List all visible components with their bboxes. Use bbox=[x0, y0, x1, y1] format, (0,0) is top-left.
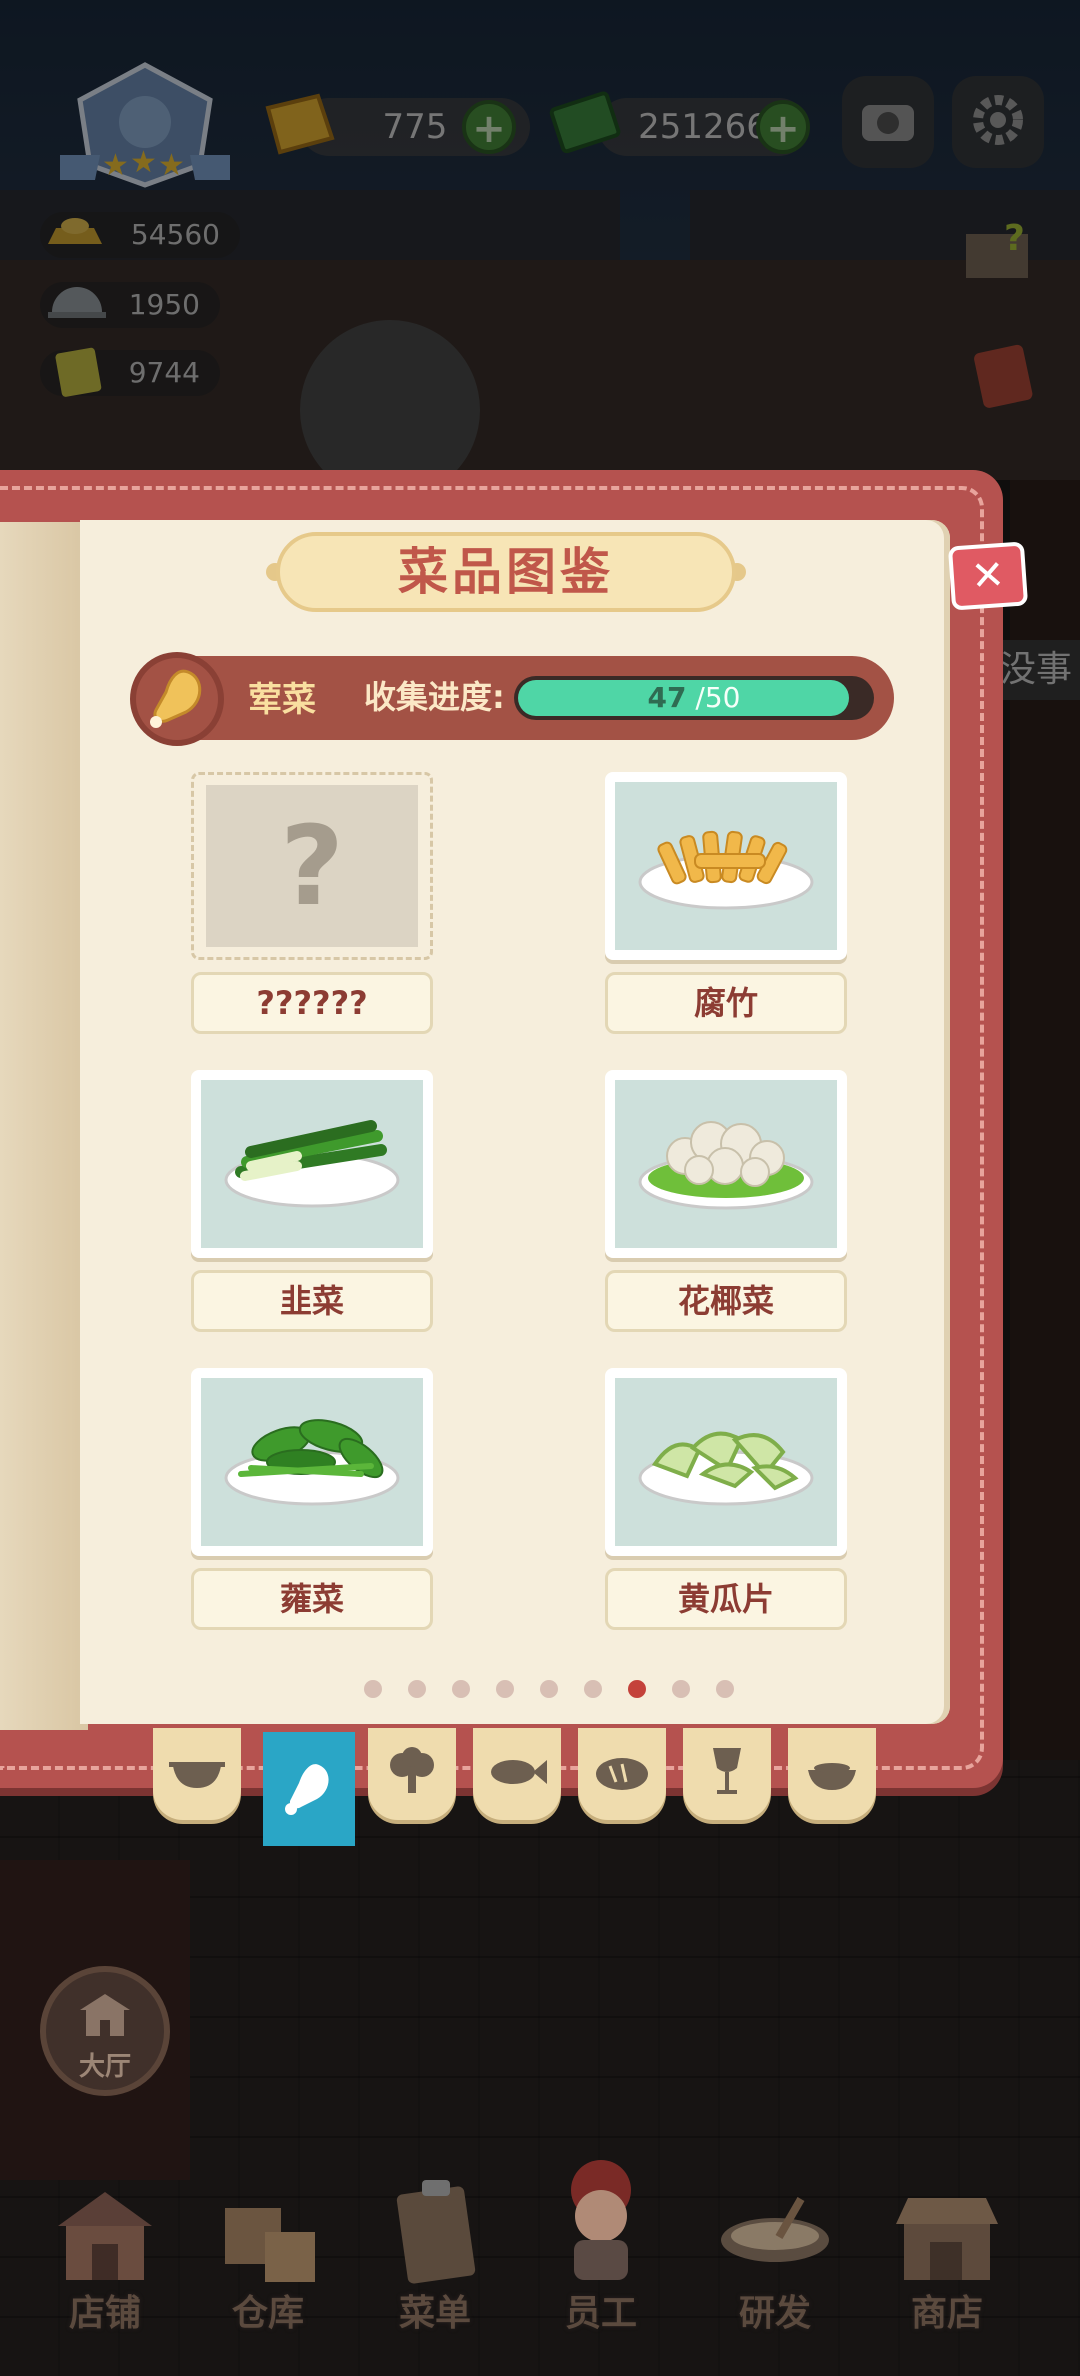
dish-card[interactable] bbox=[191, 1368, 433, 1556]
dish-label: 黄瓜片 bbox=[605, 1568, 847, 1630]
tab-staple[interactable] bbox=[578, 1728, 666, 1820]
close-button[interactable]: ✕ bbox=[947, 541, 1029, 611]
page-dot[interactable] bbox=[540, 1680, 558, 1698]
dish-label: 腐竹 bbox=[605, 972, 847, 1034]
dish-card[interactable] bbox=[605, 1070, 847, 1258]
question-mark-icon: ? bbox=[280, 802, 344, 930]
dish-label: ?????? bbox=[191, 972, 433, 1034]
page-dot[interactable] bbox=[672, 1680, 690, 1698]
dish-card[interactable] bbox=[605, 772, 847, 960]
drumstick-icon bbox=[142, 662, 212, 736]
nav-shop[interactable]: 店铺 bbox=[30, 2176, 180, 2336]
tab-seafood[interactable] bbox=[473, 1728, 561, 1820]
cucumber-slices-dish-icon bbox=[615, 1431, 837, 1546]
nav-shop-label: 店铺 bbox=[68, 2293, 141, 2334]
category-name: 荤菜 bbox=[248, 680, 316, 720]
progress-total: /50 bbox=[695, 681, 741, 714]
cooking-pot-icon bbox=[716, 2196, 834, 2290]
progress-text: 47 /50 bbox=[514, 676, 874, 720]
nav-research-label: 研发 bbox=[738, 2293, 811, 2334]
chives-dish-icon bbox=[201, 1120, 423, 1248]
dish-card[interactable] bbox=[605, 1368, 847, 1556]
nav-staff-label: 员工 bbox=[564, 2293, 637, 2334]
book-left-pages bbox=[0, 522, 88, 1730]
progress-current: 47 bbox=[647, 681, 687, 714]
water-spinach-dish-icon bbox=[201, 1419, 423, 1546]
nav-store[interactable]: 商店 bbox=[872, 2176, 1022, 2336]
nav-warehouse[interactable]: 仓库 bbox=[193, 2176, 343, 2336]
market-stall-icon bbox=[890, 2184, 1004, 2292]
category-badge bbox=[130, 652, 224, 746]
wok-icon bbox=[167, 1752, 227, 1796]
storefront-icon bbox=[52, 2186, 158, 2290]
tab-vegetable[interactable] bbox=[368, 1728, 456, 1820]
progress-label: 收集进度: bbox=[364, 678, 505, 716]
page-dot[interactable] bbox=[628, 1680, 646, 1698]
tab-soup[interactable] bbox=[788, 1728, 876, 1820]
nav-store-label: 商店 bbox=[910, 2293, 983, 2334]
nav-research[interactable]: 研发 bbox=[700, 2176, 850, 2336]
dish-card[interactable] bbox=[191, 1070, 433, 1258]
fish-icon bbox=[485, 1752, 549, 1796]
tab-meat[interactable] bbox=[263, 1732, 355, 1846]
nav-menu[interactable]: 菜单 bbox=[360, 2176, 510, 2336]
building-icon bbox=[76, 1990, 134, 2044]
broccoli-icon bbox=[382, 1747, 442, 1801]
nav-menu-label: 菜单 bbox=[398, 2293, 471, 2334]
dish-label: 蕹菜 bbox=[191, 1568, 433, 1630]
tofu-skin-dish-icon bbox=[615, 830, 837, 950]
hall-button[interactable]: 大厅 bbox=[40, 1966, 170, 2096]
hall-label: 大厅 bbox=[78, 2052, 131, 2082]
page-dot[interactable] bbox=[364, 1680, 382, 1698]
book-title: 菜品图鉴 bbox=[276, 532, 736, 612]
soup-bowl-icon bbox=[802, 1750, 862, 1798]
close-icon: ✕ bbox=[969, 551, 1007, 601]
dish-label: 韭菜 bbox=[191, 1270, 433, 1332]
tab-drinks[interactable] bbox=[683, 1728, 771, 1820]
page-dot[interactable] bbox=[452, 1680, 470, 1698]
dish-card-locked[interactable]: ? bbox=[191, 772, 433, 960]
page-dot[interactable] bbox=[716, 1680, 734, 1698]
cauliflower-dish-icon bbox=[615, 1121, 837, 1248]
dish-label: 花椰菜 bbox=[605, 1270, 847, 1332]
tab-wok[interactable] bbox=[153, 1728, 241, 1820]
wine-glass-icon bbox=[707, 1744, 747, 1804]
clipboard-icon bbox=[388, 2176, 484, 2290]
bread-icon bbox=[592, 1750, 652, 1798]
page-dot[interactable] bbox=[584, 1680, 602, 1698]
chef-avatar-icon bbox=[556, 2156, 646, 2290]
drumstick-icon bbox=[279, 1757, 339, 1821]
crate-icon bbox=[215, 2188, 321, 2292]
nav-staff[interactable]: 员工 bbox=[526, 2156, 676, 2336]
page-dot[interactable] bbox=[408, 1680, 426, 1698]
page-dot[interactable] bbox=[496, 1680, 514, 1698]
nav-warehouse-label: 仓库 bbox=[231, 2293, 304, 2334]
